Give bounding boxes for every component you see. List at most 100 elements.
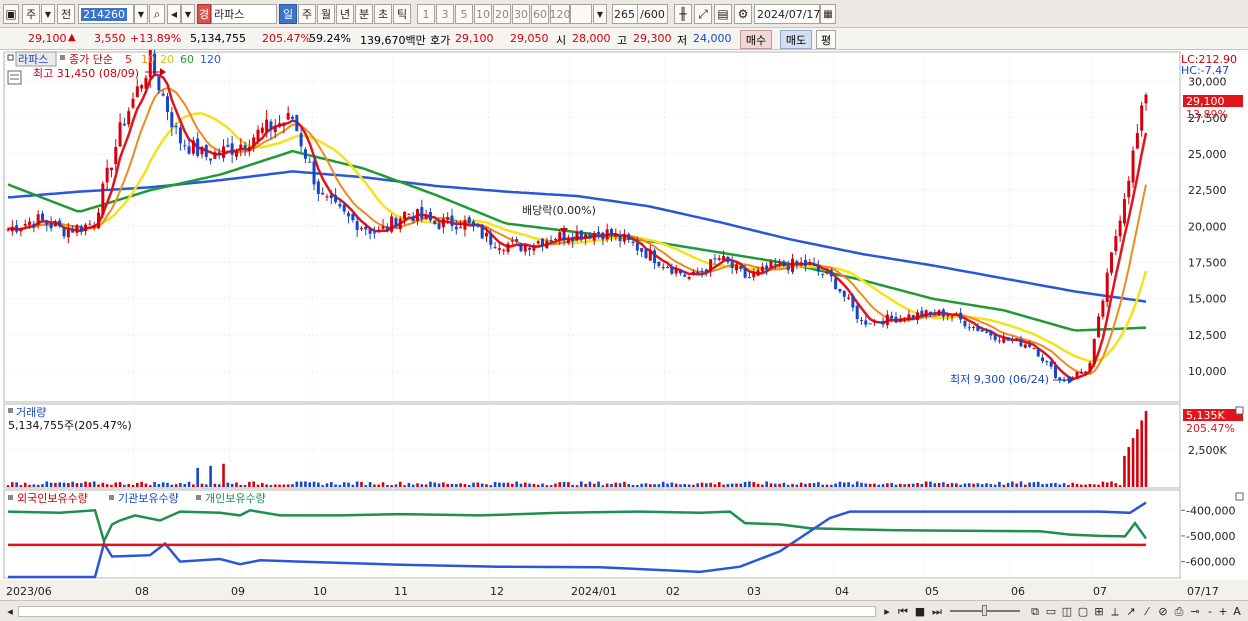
volume-bar: [282, 484, 286, 487]
count-input[interactable]: 265: [612, 4, 638, 24]
volume-last-value: 5,135K: [1186, 409, 1225, 422]
period-button[interactable]: 년: [336, 4, 354, 24]
market-dropdown-icon[interactable]: ▼: [41, 4, 55, 24]
candle-body: [372, 232, 376, 234]
candle-body: [579, 230, 583, 240]
interval-dropdown-icon[interactable]: ▼: [593, 4, 607, 24]
candle-body: [864, 320, 868, 325]
volume-close-icon[interactable]: [1235, 406, 1244, 415]
current-price: 29,100: [28, 32, 67, 45]
scroll-right-icon[interactable]: ▸: [880, 604, 894, 619]
link-icon[interactable]: ⊘: [1156, 604, 1170, 619]
speaker-icon[interactable]: ◂: [167, 4, 181, 24]
period-button[interactable]: 분: [355, 4, 373, 24]
date-input[interactable]: 2024/07/17: [754, 4, 820, 24]
copy-icon[interactable]: ⧉: [1028, 604, 1042, 619]
price-tick-label: 12,500: [1188, 329, 1227, 342]
volume-last-pct: 205.47%: [1186, 422, 1235, 435]
code-dropdown-icon[interactable]: ▼: [134, 4, 148, 24]
layout-icon[interactable]: ▭: [1044, 604, 1058, 619]
stop-icon[interactable]: ■: [912, 604, 928, 619]
period-button[interactable]: 초: [374, 4, 392, 24]
volume-bar: [75, 483, 79, 487]
candle-body: [286, 112, 290, 120]
market-select[interactable]: 주: [22, 4, 40, 24]
window-icon[interactable]: ▢: [1076, 604, 1090, 619]
volume-bar: [390, 485, 393, 487]
draw-tool-icon[interactable]: ⤢: [694, 4, 712, 24]
candle-body: [187, 146, 191, 154]
x-axis-strip: [0, 580, 1248, 600]
window-menu-icon[interactable]: ▣: [3, 4, 19, 24]
line-icon[interactable]: ⁄: [1140, 604, 1154, 619]
last-price: 29,100: [1186, 95, 1225, 108]
volume-bar: [778, 483, 781, 487]
eval-button[interactable]: 평: [816, 30, 836, 49]
interval-button[interactable]: 10: [474, 4, 492, 24]
period-button[interactable]: 일: [279, 4, 297, 24]
candle-body: [989, 330, 993, 336]
period-button[interactable]: 월: [317, 4, 335, 24]
last-page-icon[interactable]: ⏭: [929, 604, 945, 619]
candle-body: [549, 240, 553, 242]
gear-icon[interactable]: ⚙: [734, 4, 752, 24]
first-page-icon[interactable]: ⏮: [895, 604, 911, 619]
horizontal-scrollbar[interactable]: [18, 606, 876, 617]
volume-bar: [506, 482, 510, 487]
pin-icon[interactable]: ⊸: [1188, 604, 1202, 619]
period-button[interactable]: 주: [298, 4, 316, 24]
candle-body: [855, 305, 859, 319]
interval-button[interactable]: 20: [493, 4, 511, 24]
volume-bar: [886, 483, 889, 487]
candle-body: [247, 146, 251, 152]
chart-area[interactable]: 10,000 12,500 15,000 17,500 20,000 22,500 25,0…: [0, 43, 1248, 600]
volume-bar: [79, 483, 83, 487]
chart-settings-icon[interactable]: [7, 70, 22, 85]
volume-bar: [209, 465, 212, 487]
sell-button[interactable]: 매도: [780, 30, 812, 49]
zoom-out-button[interactable]: -: [1204, 604, 1216, 619]
zoom-in-button[interactable]: +: [1217, 604, 1229, 619]
candle-body: [463, 220, 467, 230]
price-tick-label: 30,000: [1188, 76, 1227, 89]
interval-button[interactable]: 3: [436, 4, 454, 24]
split-icon[interactable]: ◫: [1060, 604, 1074, 619]
chart-svg[interactable]: 10,000 12,500 15,000 17,500 20,000 22,500 25,0…: [0, 43, 1248, 600]
scroll-left-icon[interactable]: ◂: [4, 604, 16, 619]
candle-type-icon[interactable]: ╫: [674, 4, 692, 24]
buy-button[interactable]: 매수: [740, 30, 772, 49]
measure-icon[interactable]: ⟂: [1108, 604, 1122, 619]
interval-button[interactable]: 1: [417, 4, 435, 24]
candle-body: [71, 229, 75, 233]
volume-bar: [424, 484, 428, 487]
stock-name-field[interactable]: 라파스: [211, 4, 277, 24]
candle-body: [609, 228, 613, 236]
speaker-dropdown-icon[interactable]: ▼: [181, 4, 195, 24]
prev-button[interactable]: 전: [57, 4, 75, 24]
volume-bar: [71, 481, 74, 487]
print-icon[interactable]: ⎙: [1172, 604, 1186, 619]
interval-button[interactable]: 5: [455, 4, 473, 24]
flow-close-icon[interactable]: [1235, 492, 1244, 501]
stock-code-input[interactable]: 214260: [78, 4, 134, 24]
interval-custom-field[interactable]: [570, 4, 592, 24]
interval-button[interactable]: 60: [531, 4, 549, 24]
institution-legend: 기관보유수량: [118, 492, 179, 505]
save-icon[interactable]: ▤: [714, 4, 732, 24]
zoom-slider-handle[interactable]: [982, 605, 987, 616]
candle-body: [765, 265, 769, 270]
candle-body: [584, 234, 588, 239]
interval-button[interactable]: 120: [550, 4, 571, 24]
calendar-icon[interactable]: ▦: [820, 4, 836, 24]
auto-scale-button[interactable]: A: [1230, 604, 1244, 619]
candle-body: [872, 320, 876, 323]
candle-body: [226, 144, 230, 147]
volume-bar: [217, 484, 221, 487]
bid-price: 29,050: [510, 32, 549, 45]
trend-icon[interactable]: ↗: [1124, 604, 1138, 619]
interval-button[interactable]: 30: [512, 4, 530, 24]
search-icon[interactable]: ⌕: [149, 4, 165, 24]
grid-icon[interactable]: ⊞: [1092, 604, 1106, 619]
volume-bar: [157, 484, 161, 487]
period-button[interactable]: 틱: [393, 4, 411, 24]
